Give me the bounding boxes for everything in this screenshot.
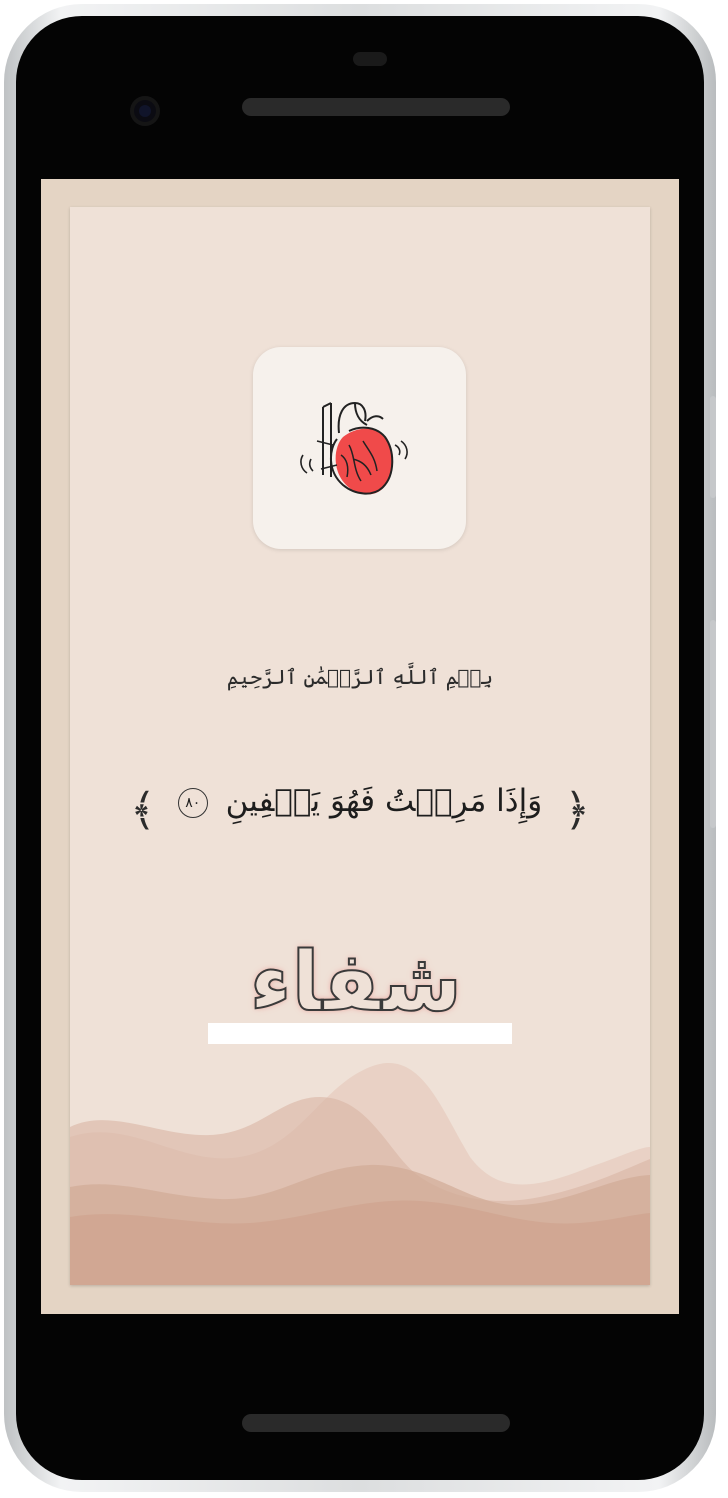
app-icon — [253, 347, 466, 549]
quran-verse: ﴾ وَإِذَا مَرِضۡتُ فَهُوَ يَشۡفِينِ ٨٠ ﴿ — [130, 775, 590, 836]
verse-open-bracket: ﴿ — [564, 785, 590, 836]
verse-number: ٨٠ — [177, 787, 208, 818]
verse-line: وَإِذَا مَرِضۡتُ فَهُوَ يَشۡفِينِ ٨٠ — [130, 783, 590, 819]
splash-screen: بِسۡمِ ٱللَّهِ ٱلرَّحۡمَٰنِ ٱلرَّحِيمِ ﴾… — [41, 179, 679, 1314]
decorative-waves — [70, 1063, 650, 1285]
heart-icon — [300, 401, 408, 495]
power-button — [710, 396, 716, 498]
basmala-text: بِسۡمِ ٱللَّهِ ٱلرَّحۡمَٰنِ ٱلرَّحِيمِ — [226, 665, 494, 689]
bottom-speaker — [242, 1414, 510, 1432]
splash-card: بِسۡمِ ٱللَّهِ ٱلرَّحۡمَٰنِ ٱلرَّحِيمِ ﴾… — [70, 207, 650, 1285]
logo-text: شفاء — [249, 934, 463, 1031]
front-camera-icon — [130, 96, 160, 126]
earpiece-sensor — [353, 52, 387, 66]
volume-button — [710, 620, 716, 828]
top-speaker — [242, 98, 510, 116]
app-logo: شفاء — [208, 931, 512, 1047]
verse-text: وَإِذَا مَرِضۡتُ فَهُوَ يَشۡفِينِ — [225, 783, 543, 819]
